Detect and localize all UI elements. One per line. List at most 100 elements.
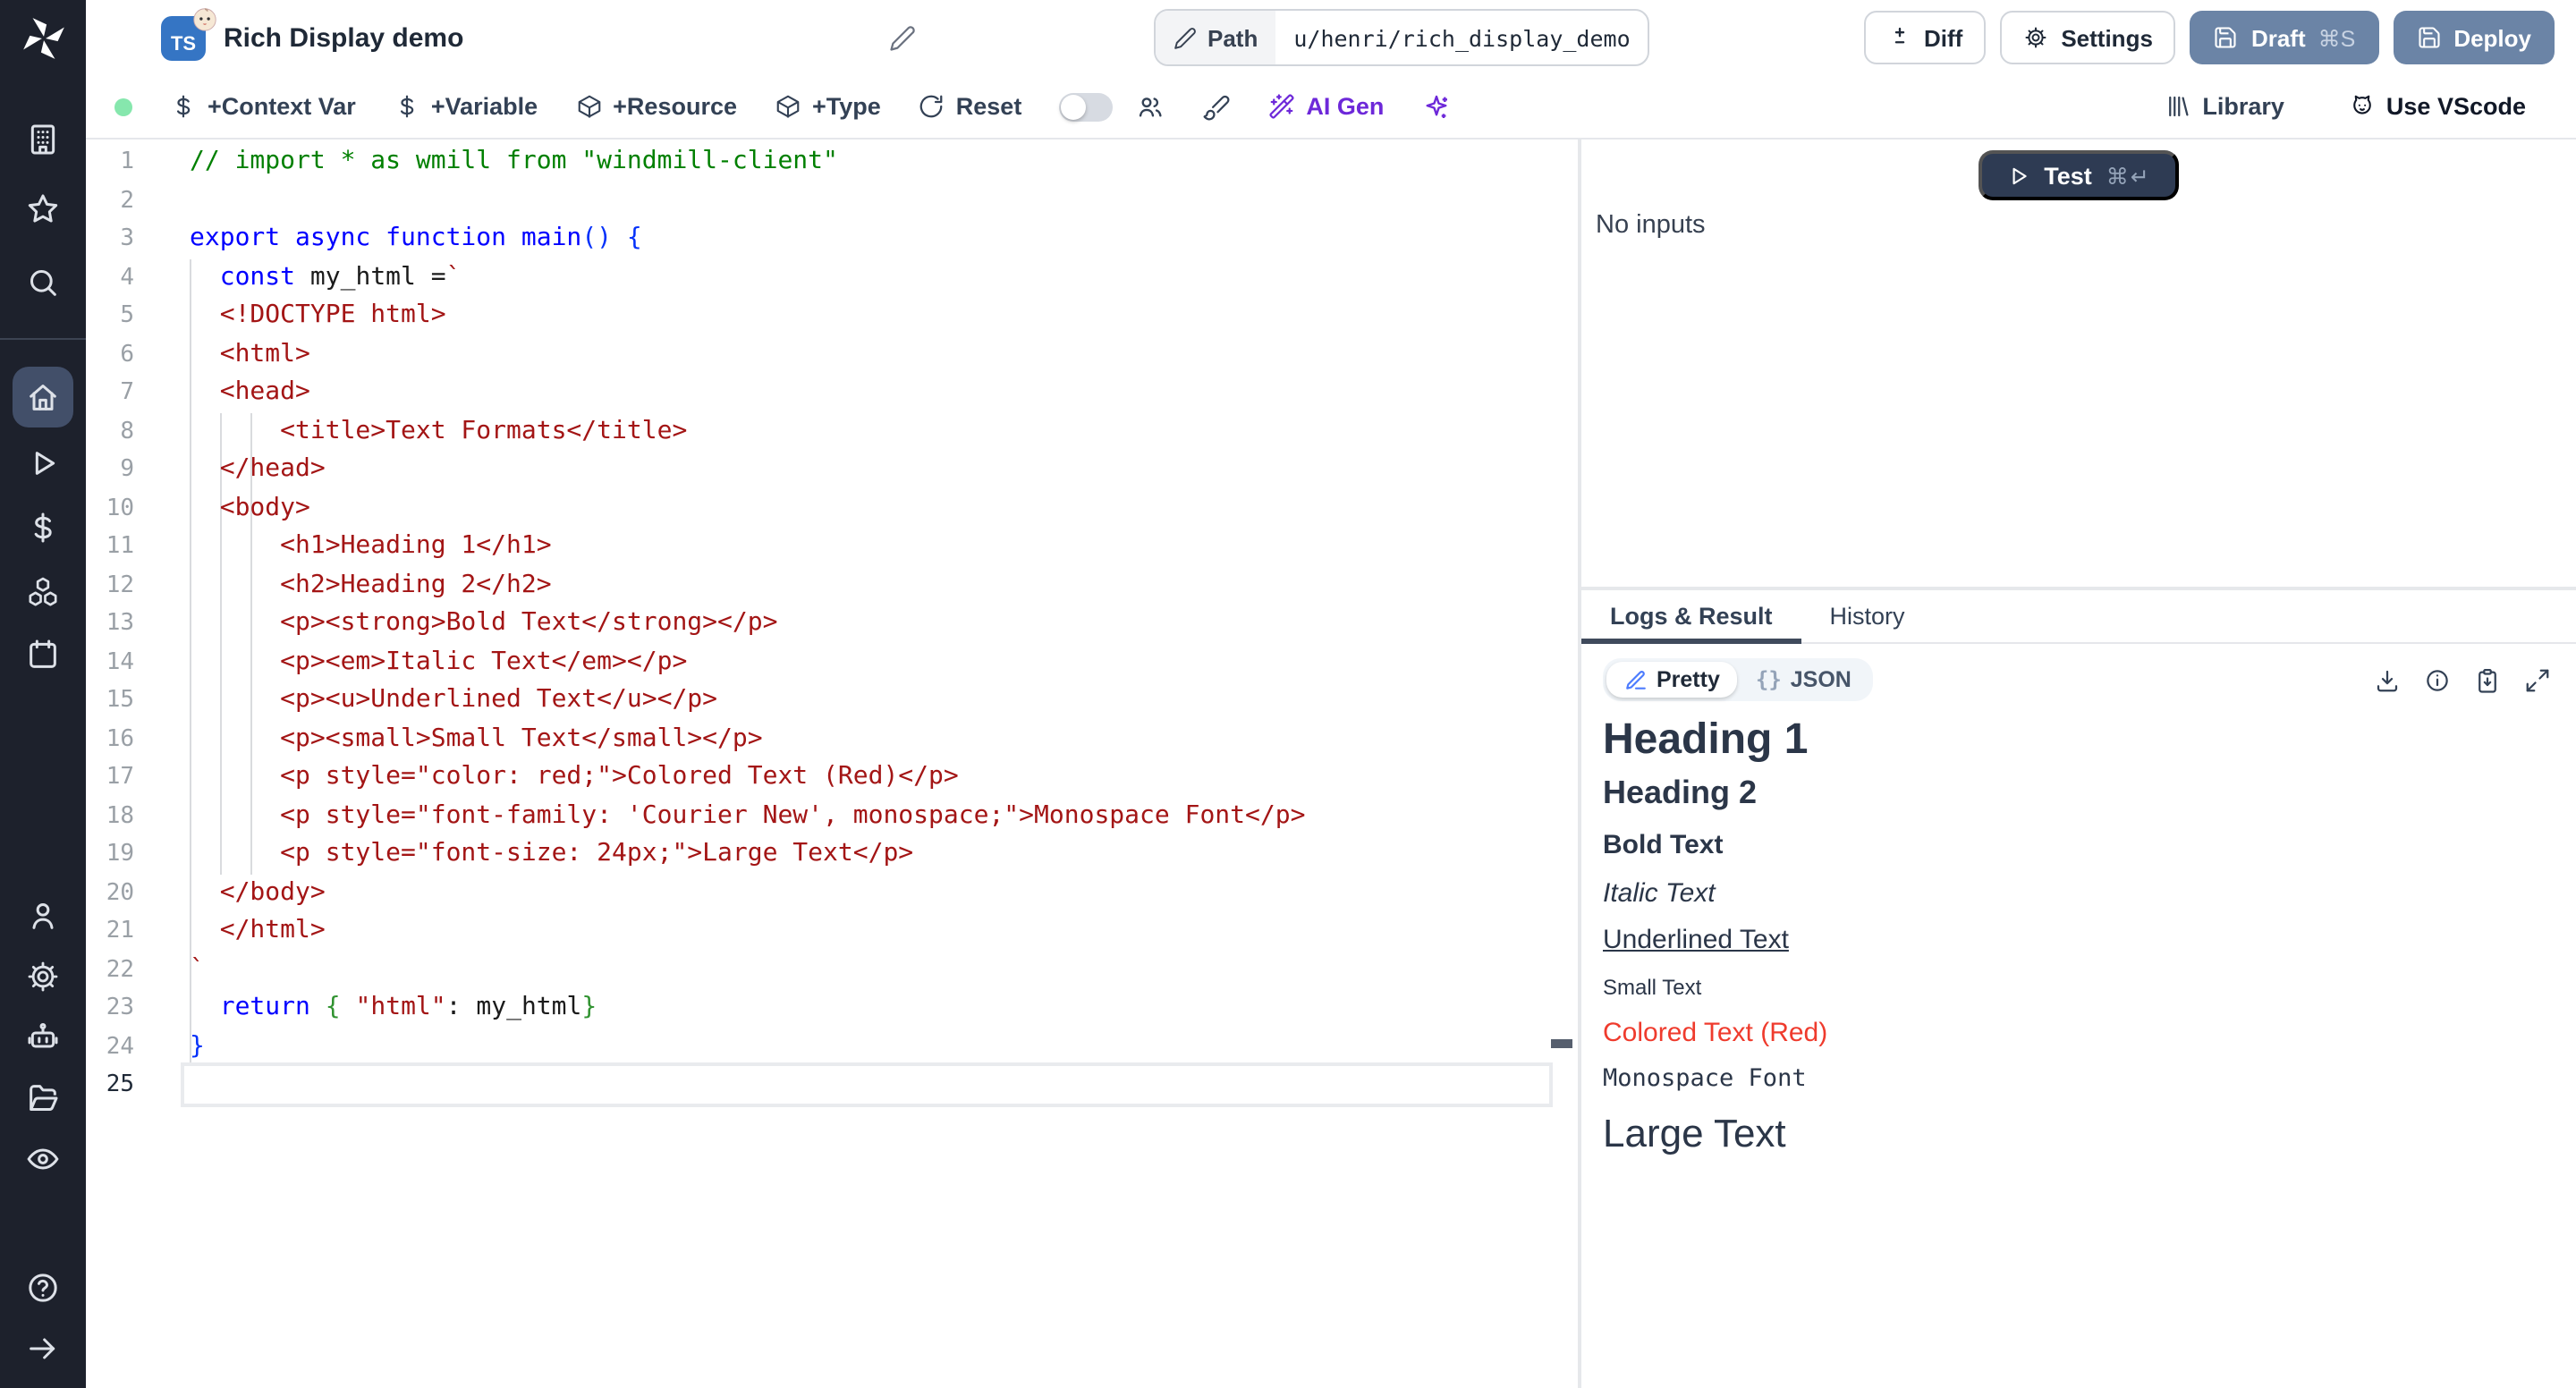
package-icon: [775, 93, 801, 120]
sidebar-item-variables[interactable]: [13, 501, 73, 554]
code-line-12[interactable]: 12 <h2>Heading 2</h2>: [86, 566, 1578, 605]
library-button[interactable]: Library: [2165, 93, 2284, 120]
sidebar-item-resources[interactable]: [13, 565, 73, 619]
code-line-20[interactable]: 20 </body>: [86, 874, 1578, 912]
info-icon[interactable]: [2424, 666, 2451, 693]
sidebar-item-runs[interactable]: [13, 436, 73, 490]
code-editor[interactable]: 1// import * as wmill from "windmill-cli…: [86, 140, 1578, 1388]
code-line-5[interactable]: 5 <!DOCTYPE html>: [86, 297, 1578, 335]
sidebar-item-schedules[interactable]: [13, 628, 73, 681]
code-line-13[interactable]: 13 <p><strong>Bold Text</strong></p>: [86, 605, 1578, 643]
edit-summary-pencil-icon[interactable]: [889, 24, 916, 51]
wand-icon: [1268, 93, 1295, 120]
deploy-button[interactable]: Deploy: [2393, 11, 2555, 64]
code-line-10[interactable]: 10 <body>: [86, 489, 1578, 528]
code-line-11[interactable]: 11 <h1>Heading 1</h1>: [86, 528, 1578, 566]
code-line-8[interactable]: 8 <title>Text Formats</title>: [86, 412, 1578, 451]
copy-to-clipboard-icon[interactable]: [2474, 666, 2501, 693]
line-number: 9: [86, 451, 134, 489]
result-line-mono: Monospace Font: [1603, 1064, 2555, 1094]
sidebar-item-folders[interactable]: [13, 1071, 73, 1125]
code-line-3[interactable]: 3export async function main() {: [86, 220, 1578, 258]
sidebar-item-workers[interactable]: [13, 1011, 73, 1064]
sidebar-item-home[interactable]: [13, 367, 73, 427]
diff-button[interactable]: Diff: [1863, 11, 1986, 64]
result-line-red: Colored Text (Red): [1603, 1017, 2555, 1050]
code-line-24[interactable]: 24}: [86, 1028, 1578, 1066]
code-line-2[interactable]: 2: [86, 182, 1578, 220]
favorites-icon[interactable]: [13, 182, 73, 236]
line-number: 16: [86, 720, 134, 758]
sidebar-item-audit-logs[interactable]: [13, 1132, 73, 1186]
code-line-15[interactable]: 15 <p><u>Underlined Text</u></p>: [86, 681, 1578, 720]
code-line-4[interactable]: 4 const my_html =`: [86, 258, 1578, 297]
ts-badge-label: TS: [171, 33, 196, 55]
add-variable-button[interactable]: +Variable: [394, 93, 538, 120]
tab-history[interactable]: History: [1801, 590, 1934, 642]
sparkles-icon[interactable]: [1421, 92, 1450, 121]
result-line-h2: Heading 2: [1603, 775, 2555, 815]
scrollbar-cursor-marker[interactable]: [1551, 1039, 1572, 1048]
code-line-23[interactable]: 23 return { "html": my_html}: [86, 989, 1578, 1028]
users-icon[interactable]: [1136, 92, 1165, 121]
save-icon: [2416, 25, 2441, 50]
windmill-logo-icon[interactable]: [19, 14, 67, 63]
multiplayer-toggle[interactable]: [1059, 92, 1113, 121]
code-line-7[interactable]: 7 <head>: [86, 374, 1578, 412]
settings-button[interactable]: Settings: [2000, 11, 2176, 64]
add-type-button[interactable]: +Type: [775, 93, 881, 120]
code-line-1[interactable]: 1// import * as wmill from "windmill-cli…: [86, 143, 1578, 182]
code-line-25[interactable]: 25: [86, 1066, 1578, 1104]
workspace-icon[interactable]: [13, 113, 73, 166]
ai-gen-button[interactable]: AI Gen: [1268, 93, 1384, 120]
line-number: 3: [86, 220, 134, 258]
draft-button[interactable]: Draft ⌘S: [2190, 11, 2378, 64]
code-line-17[interactable]: 17 <p style="color: red;">Colored Text (…: [86, 758, 1578, 797]
page-title: Rich Display demo: [224, 22, 463, 53]
code-line-22[interactable]: 22`: [86, 951, 1578, 989]
add-resource-button[interactable]: +Resource: [575, 93, 737, 120]
top-header: TS Rich Display demo Path u/henri/rich_d…: [86, 0, 2576, 75]
path-field[interactable]: Path u/henri/rich_display_demo: [1154, 9, 1650, 66]
expand-sidebar-icon[interactable]: [13, 1322, 73, 1375]
reset-button[interactable]: Reset: [919, 93, 1022, 120]
expand-icon[interactable]: [2524, 666, 2551, 693]
sidebar-item-users[interactable]: [13, 889, 73, 943]
test-button[interactable]: Test ⌘↵: [1978, 150, 2180, 200]
save-icon: [2214, 25, 2239, 50]
use-vscode-button[interactable]: Use VScode: [2349, 93, 2526, 120]
line-number: 4: [86, 258, 134, 297]
json-view-button[interactable]: {} JSON: [1738, 662, 1869, 698]
typescript-badge: TS: [161, 15, 206, 60]
format-brush-icon[interactable]: [1202, 92, 1231, 121]
test-shortcut: ⌘↵: [2106, 162, 2151, 189]
code-line-14[interactable]: 14 <p><em>Italic Text</em></p>: [86, 643, 1578, 681]
pretty-view-button[interactable]: Pretty: [1606, 662, 1738, 698]
help-icon[interactable]: [13, 1261, 73, 1315]
rotate-icon: [919, 93, 945, 120]
line-number: 23: [86, 989, 134, 1028]
line-number: 22: [86, 951, 134, 989]
line-number: 19: [86, 835, 134, 874]
result-toolbar: Pretty {} JSON: [1581, 644, 2576, 708]
draft-shortcut: ⌘S: [2318, 24, 2356, 51]
sidebar-divider: [0, 338, 86, 340]
code-line-6[interactable]: 6 <html>: [86, 335, 1578, 374]
code-line-21[interactable]: 21 </html>: [86, 912, 1578, 951]
code-line-18[interactable]: 18 <p style="font-family: 'Courier New',…: [86, 797, 1578, 835]
sidebar-item-settings[interactable]: [13, 950, 73, 1003]
line-number: 25: [86, 1066, 134, 1104]
download-icon[interactable]: [2374, 666, 2401, 693]
search-icon[interactable]: [13, 256, 73, 309]
app-window: TS Rich Display demo Path u/henri/rich_d…: [0, 0, 2576, 1388]
code-line-9[interactable]: 9 </head>: [86, 451, 1578, 489]
line-number: 7: [86, 374, 134, 412]
add-context-var-button[interactable]: +Context Var: [170, 93, 356, 120]
line-number: 21: [86, 912, 134, 951]
code-line-16[interactable]: 16 <p><small>Small Text</small></p>: [86, 720, 1578, 758]
tab-logs-and-result[interactable]: Logs & Result: [1581, 590, 1801, 642]
code-line-19[interactable]: 19 <p style="font-size: 24px;">Large Tex…: [86, 835, 1578, 874]
line-number: 10: [86, 489, 134, 528]
line-number: 2: [86, 182, 134, 220]
rendered-result: Heading 1Heading 2Bold TextItalic TextUn…: [1581, 708, 2576, 1164]
